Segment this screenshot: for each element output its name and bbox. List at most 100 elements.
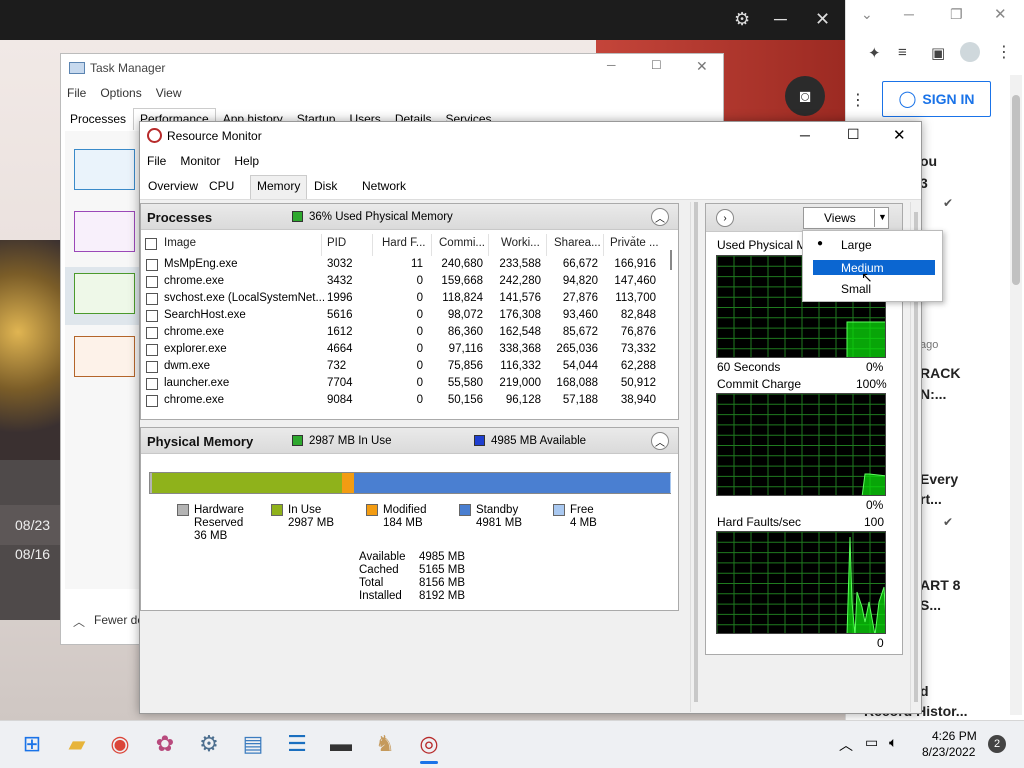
sign-in-button[interactable]: ◯ SIGN IN (882, 81, 991, 117)
in-use-text: 2987 MB In Use (309, 435, 392, 447)
row-checkbox[interactable] (146, 293, 158, 305)
column-working[interactable]: Worki... (501, 237, 540, 249)
close-icon[interactable]: ✕ (994, 5, 1007, 23)
free-segment (669, 473, 671, 493)
select-all-checkbox[interactable] (145, 238, 157, 250)
row-checkbox[interactable] (146, 259, 158, 271)
fewer-details-link[interactable]: Fewer de (94, 613, 144, 627)
menu-view[interactable]: View (156, 86, 182, 100)
clock-time[interactable]: 4:26 PM (932, 729, 977, 743)
clock-date[interactable]: 8/23/2022 (922, 745, 975, 759)
column-hard-faults[interactable]: Hard F... (382, 237, 425, 249)
graph-axis-label: 60 Seconds (717, 360, 781, 374)
process-name: chrome.exe (164, 326, 225, 338)
task-manager-icon[interactable]: ▤ (240, 731, 266, 757)
menu-file[interactable]: File (67, 86, 86, 100)
scrollbar[interactable] (690, 202, 700, 712)
more-icon[interactable]: ⋮ (850, 90, 866, 110)
column-pid[interactable]: PID (327, 237, 346, 249)
collapse-icon[interactable]: ︿ (651, 432, 669, 450)
minimize-icon[interactable]: ─ (607, 58, 616, 72)
physical-memory-header[interactable]: Physical Memory 2987 MB In Use 4985 MB A… (141, 428, 678, 454)
row-checkbox[interactable] (146, 378, 158, 390)
maximize-icon[interactable]: ☐ (651, 58, 662, 72)
tab-network[interactable]: Network (362, 179, 406, 193)
more-icon[interactable]: ⋮ (996, 42, 1012, 62)
memory-usage-bar (149, 472, 671, 494)
tab-disk[interactable]: Disk (314, 179, 337, 193)
process-name: chrome.exe (164, 394, 225, 406)
row-checkbox[interactable] (146, 344, 158, 356)
scrollbar[interactable] (1010, 75, 1022, 715)
process-value: 76,876 (620, 326, 656, 338)
menu-options[interactable]: Options (100, 86, 141, 100)
disk-thumbnail[interactable] (74, 273, 135, 314)
row-checkbox[interactable] (146, 310, 158, 322)
minimize-icon[interactable]: ─ (904, 6, 914, 22)
stat-value: 8192 MB (419, 590, 466, 602)
row-checkbox[interactable] (146, 276, 158, 288)
minimize-icon[interactable]: ─ (774, 9, 787, 30)
expand-icon[interactable]: › (716, 209, 734, 227)
menu-monitor[interactable]: Monitor (173, 150, 227, 172)
settings-icon[interactable]: ⚙ (734, 9, 750, 30)
close-icon[interactable]: ✕ (815, 9, 830, 30)
tab-cpu[interactable]: CPU (209, 179, 234, 193)
row-checkbox[interactable] (146, 361, 158, 373)
chevron-down-icon[interactable]: ⌄ (861, 6, 873, 23)
tab-processes[interactable]: Processes (63, 108, 133, 130)
video-title: S... (920, 597, 942, 613)
notepad-icon[interactable]: ☰ (284, 731, 310, 757)
discord-icon[interactable]: ◙ (785, 76, 825, 116)
start-icon[interactable]: ⊞ (19, 731, 45, 757)
app-icon[interactable]: ✿ (152, 731, 178, 757)
chrome-icon[interactable]: ◉ (107, 731, 133, 757)
row-checkbox[interactable] (146, 327, 158, 339)
close-icon[interactable]: ✕ (696, 58, 708, 75)
notification-badge[interactable]: 2 (988, 735, 1006, 753)
processes-header[interactable]: Processes 36% Used Physical Memory ︿ (141, 204, 678, 230)
stat-label: Total (359, 577, 384, 589)
menu-help[interactable]: Help (227, 150, 266, 172)
settings-icon[interactable]: ⚙ (196, 731, 222, 757)
legend-swatch (271, 504, 283, 516)
collapse-icon[interactable]: ︿ (651, 208, 669, 226)
row-checkbox[interactable] (146, 395, 158, 407)
video-title: RACK (920, 365, 961, 381)
process-name: dwm.exe (164, 360, 211, 372)
network-thumbnail[interactable] (74, 336, 135, 377)
column-commit[interactable]: Commi... (439, 237, 485, 249)
memory-status-swatch (292, 211, 303, 222)
terminal-icon[interactable]: ▬ (328, 731, 354, 757)
column-image[interactable]: Image (164, 237, 196, 249)
scrollbar[interactable] (665, 234, 677, 419)
graph-axis-label: 0% (866, 498, 884, 512)
tab-overview[interactable]: Overview (148, 179, 198, 193)
sidepanel-icon[interactable]: ▣ (931, 44, 945, 62)
memory-thumbnail[interactable] (74, 211, 135, 252)
network-icon[interactable]: ▭ (865, 734, 878, 751)
game-icon[interactable]: ♞ (372, 731, 398, 757)
tab-memory[interactable]: Memory (250, 175, 308, 199)
resource-monitor-icon[interactable]: ◎ (416, 731, 442, 757)
active-indicator (420, 761, 438, 764)
views-option-large[interactable]: Large (841, 238, 872, 252)
volume-icon[interactable]: 🔈︎ (889, 734, 897, 751)
cpu-thumbnail[interactable] (74, 149, 135, 190)
close-icon[interactable]: ✕ (893, 126, 906, 144)
extensions-icon[interactable]: ✦ (868, 44, 881, 62)
available-swatch (474, 435, 485, 446)
views-dropdown-button[interactable]: Views ▼ (803, 207, 889, 229)
playlist-icon[interactable]: ≡ (898, 44, 907, 61)
column-shareable[interactable]: Sharea... (554, 237, 601, 249)
selected-bullet-icon: ● (817, 238, 824, 249)
process-name: svchost.exe (LocalSystemNet... (164, 292, 326, 304)
file-explorer-icon[interactable]: ▰ (64, 731, 90, 757)
avatar[interactable] (960, 42, 980, 62)
chevron-up-icon[interactable]: ︿ (73, 613, 85, 630)
menu-file[interactable]: File (140, 150, 173, 172)
maximize-icon[interactable]: ☐ (847, 126, 860, 143)
chevron-up-icon[interactable]: ︿ (839, 735, 853, 755)
minimize-icon[interactable]: ─ (800, 127, 810, 143)
restore-icon[interactable]: ❐ (950, 6, 963, 23)
